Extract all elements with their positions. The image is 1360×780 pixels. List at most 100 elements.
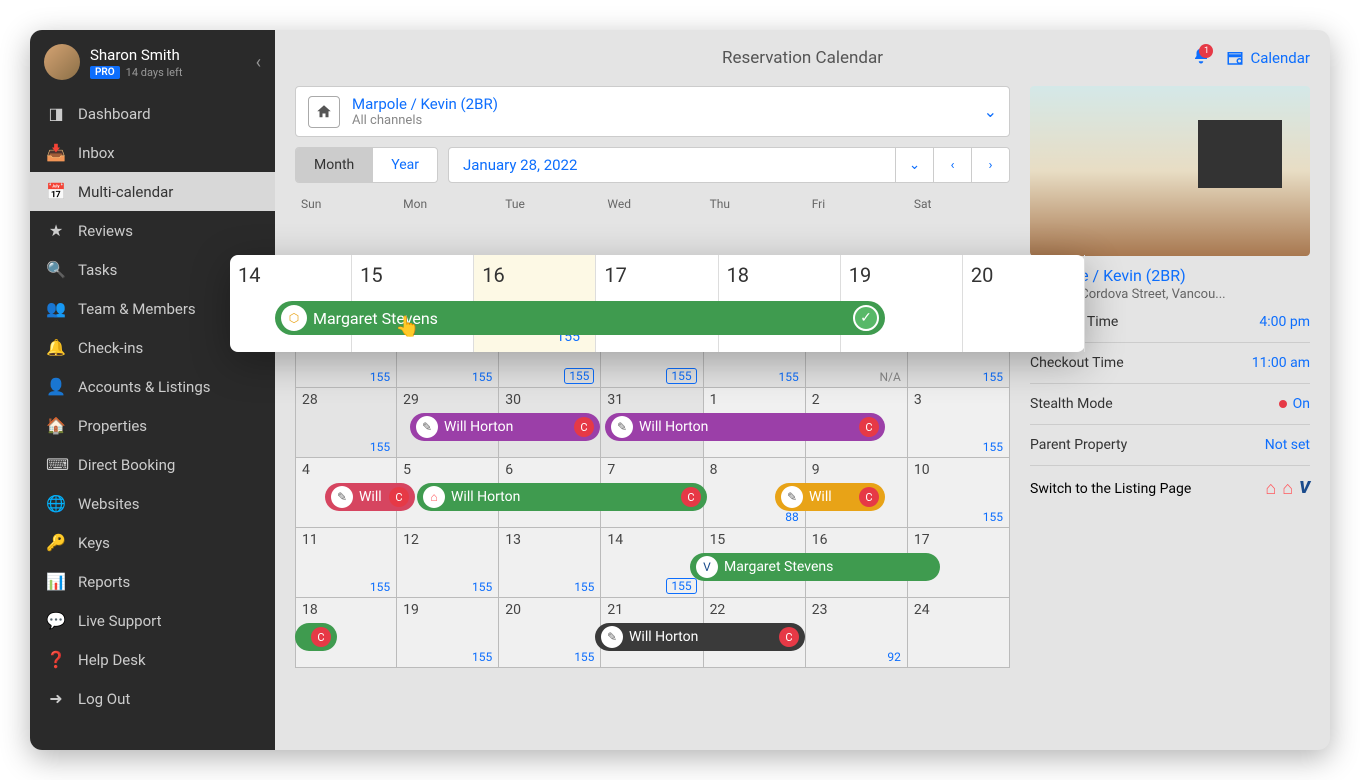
day-number: 3 — [914, 392, 922, 408]
booking-pill[interactable]: ✎Will HortonC — [595, 623, 805, 651]
listing-subtitle: All channels — [352, 113, 498, 128]
sidebar-item-dashboard[interactable]: ◨Dashboard — [30, 94, 275, 133]
price: 155 — [370, 580, 390, 594]
guest-name: Will Horton — [639, 419, 708, 435]
status-badge: C — [389, 487, 409, 507]
sidebar-item-label: Reports — [78, 573, 130, 591]
sidebar-item-label: Check-ins — [78, 339, 143, 357]
date-dropdown-icon[interactable]: ⌄ — [895, 148, 933, 182]
sidebar-item-label: Keys — [78, 534, 110, 552]
notifications-button[interactable]: 1 — [1192, 47, 1210, 69]
weekday-header: Sun — [295, 193, 397, 215]
booking-pill[interactable]: C — [295, 623, 337, 651]
prev-button[interactable]: ‹ — [933, 148, 971, 182]
chevron-down-icon[interactable]: ⌄ — [984, 102, 997, 121]
weekday-header: Mon — [397, 193, 499, 215]
sidebar-item-label: Tasks — [78, 261, 117, 279]
booking-pill[interactable]: ✎Will HortonC — [605, 413, 885, 441]
sidebar-item-label: Direct Booking — [78, 456, 175, 474]
vrbo-icon[interactable]: V — [1299, 478, 1310, 499]
calendar-cell[interactable]: 20155 — [499, 598, 601, 668]
collapse-sidebar-icon[interactable]: ‹ — [256, 52, 261, 73]
airbnb-icon[interactable]: ⌂ — [1282, 478, 1293, 499]
help-icon: ❓ — [46, 650, 66, 669]
home-icon: 🏠 — [46, 416, 66, 435]
day-number: 4 — [302, 462, 310, 478]
calendar-cell[interactable]: 12155 — [397, 528, 499, 598]
highlighted-week: 14151617181920⬡Margaret Stevens✓155 — [230, 255, 1085, 352]
booking-pill[interactable]: ⬡Margaret Stevens✓ — [275, 301, 885, 335]
price: 155 — [370, 440, 390, 454]
guest-name: Will Horton — [444, 419, 513, 435]
sidebar-item-reviews[interactable]: ★Reviews — [30, 211, 275, 250]
year-button[interactable]: Year — [372, 148, 437, 182]
listing-picker[interactable]: Marpole / Kevin (2BR) All channels ⌄ — [295, 86, 1010, 137]
calendar-cell[interactable]: 14155 — [601, 528, 703, 598]
day-number: 16 — [812, 532, 828, 548]
sidebar-item-websites[interactable]: 🌐 Websites — [30, 484, 275, 523]
sidebar-item-reports[interactable]: 📊Reports — [30, 562, 275, 601]
booking-pill[interactable]: ✎Will HortonC — [410, 413, 600, 441]
day-number: 5 — [403, 462, 411, 478]
date-display[interactable]: January 28, 2022 — [449, 148, 895, 182]
month-button[interactable]: Month — [296, 148, 372, 182]
pro-badge: PRO — [90, 66, 120, 79]
team-icon: 👥 — [46, 299, 66, 318]
calendar-cell[interactable]: 24 — [908, 598, 1010, 668]
next-button[interactable]: › — [971, 148, 1009, 182]
sidebar-item-label: Websites — [78, 495, 139, 513]
calendar-cell[interactable]: 2392 — [806, 598, 908, 668]
parent-row: Parent PropertyNot set — [1030, 425, 1310, 466]
guest-name: Margaret Stevens — [724, 559, 833, 575]
booking-pill[interactable]: ✎WillC — [325, 483, 415, 511]
sidebar-item-help-desk[interactable]: ❓Help Desk — [30, 640, 275, 679]
day-number: 11 — [302, 532, 318, 548]
calendar-cell[interactable]: 19155 — [397, 598, 499, 668]
calendar-cell[interactable]: 28155 — [295, 388, 397, 458]
day-number: 15 — [710, 532, 726, 548]
check-icon: ✓ — [853, 305, 879, 331]
airbnb-icon[interactable]: ⌂ — [1265, 478, 1276, 499]
calendar-cell[interactable]: 10155 — [908, 458, 1010, 528]
sidebar-item-inbox[interactable]: 📥Inbox — [30, 133, 275, 172]
sidebar-item-accounts-listings[interactable]: 👤Accounts & Listings — [30, 367, 275, 406]
sidebar-item-log-out[interactable]: ➜Log Out — [30, 679, 275, 718]
sidebar-item-label: Properties — [78, 417, 147, 435]
price: 155 — [778, 370, 798, 384]
user-block[interactable]: Sharon Smith PRO 14 days left ‹ — [30, 30, 275, 94]
day-number: 18 — [727, 263, 749, 287]
status-badge: C — [311, 627, 331, 647]
sidebar-item-properties[interactable]: 🏠 Properties — [30, 406, 275, 445]
calendar-cell[interactable]: 11 155 — [295, 528, 397, 598]
calendar-cell[interactable]: 3155 — [908, 388, 1010, 458]
calendar-link[interactable]: Calendar — [1226, 49, 1310, 67]
edit-icon: ✎ — [611, 416, 633, 438]
weekday-header: Wed — [601, 193, 703, 215]
channel-icon: ⬡ — [281, 305, 307, 331]
day-number: 1 — [710, 392, 718, 408]
sidebar-item-label: Live Support — [78, 612, 162, 630]
day-number: 23 — [812, 602, 828, 618]
day-number: 31 — [607, 392, 623, 408]
price: 155 — [472, 580, 492, 594]
topbar: Reservation Calendar 1 Calendar — [275, 30, 1330, 86]
edit-icon: ✎ — [601, 626, 623, 648]
calendar-icon: 📅 — [46, 182, 66, 201]
sidebar-item-direct-booking[interactable]: ⌨Direct Booking — [30, 445, 275, 484]
guest-name: Will Horton — [629, 629, 698, 645]
booking-pill[interactable]: ⌂Will HortonC — [417, 483, 707, 511]
price: 155 — [472, 650, 492, 664]
calendar-cell[interactable]: 13155 — [499, 528, 601, 598]
price: 155 — [370, 370, 390, 384]
globe-icon: 🌐 — [46, 494, 66, 513]
booking-pill[interactable]: ✎WillC — [775, 483, 885, 511]
sidebar-item-multi-calendar[interactable]: 📅Multi-calendar — [30, 172, 275, 211]
accounts-icon: 👤 — [46, 377, 66, 396]
booking-pill[interactable]: VMargaret Stevens — [690, 553, 940, 581]
star-icon: ★ — [46, 221, 66, 240]
day-number: 21 — [607, 602, 623, 618]
sidebar-item-live-support[interactable]: 💬Live Support — [30, 601, 275, 640]
avatar — [44, 44, 80, 80]
sidebar-item-keys[interactable]: 🔑Keys — [30, 523, 275, 562]
price: 155 — [983, 370, 1003, 384]
